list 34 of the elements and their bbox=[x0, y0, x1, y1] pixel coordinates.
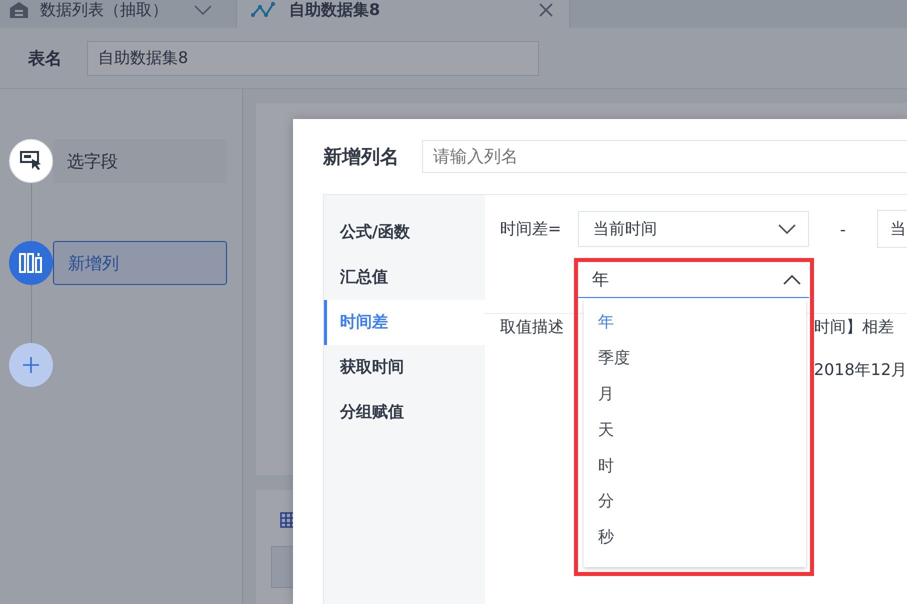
close-icon[interactable] bbox=[539, 3, 553, 17]
dropdown-option[interactable]: 时 bbox=[584, 448, 806, 484]
column-name-field[interactable]: 请输入列名 bbox=[422, 140, 907, 173]
column-name-label: 新增列名 bbox=[323, 144, 400, 170]
dropdown-option[interactable]: 年 bbox=[584, 305, 806, 341]
dropdown-option[interactable]: 月 bbox=[584, 376, 806, 412]
plus-icon bbox=[23, 357, 39, 373]
add-step-button[interactable] bbox=[9, 343, 53, 387]
step-item[interactable]: 选字段 bbox=[53, 139, 227, 183]
description-text: 时间】相差 bbox=[814, 317, 894, 338]
table-name-label: 表名 bbox=[28, 48, 63, 70]
line-chart-icon bbox=[251, 2, 275, 18]
dropdown-option[interactable]: 天 bbox=[584, 412, 806, 448]
menu-item[interactable]: 分组赋值 bbox=[324, 390, 485, 435]
dropdown-option[interactable]: 分 bbox=[584, 484, 806, 520]
cursor-box-icon bbox=[20, 151, 42, 171]
description-label: 取值描述 bbox=[500, 317, 564, 338]
table-name-field[interactable]: 自助数据集8 bbox=[87, 40, 539, 76]
start-time-select[interactable]: 当前时间 bbox=[578, 211, 809, 247]
chevron-up-icon bbox=[782, 274, 801, 284]
end-time-select[interactable]: 当 bbox=[876, 210, 907, 248]
chevron-down-icon bbox=[194, 5, 212, 15]
chevron-down-icon bbox=[778, 224, 796, 234]
example-text: 2018年12月 bbox=[814, 360, 907, 381]
minus-sign: - bbox=[839, 220, 847, 238]
menu-item[interactable]: 获取时间 bbox=[324, 345, 485, 390]
dropdown-option[interactable]: 季度 bbox=[584, 340, 806, 377]
menu-item[interactable]: 时间差 bbox=[324, 300, 485, 345]
formula-label: 时间差= bbox=[500, 218, 562, 240]
menu-item[interactable]: 公式/函数 bbox=[324, 210, 485, 255]
tab[interactable]: 自助数据集8 bbox=[237, 0, 570, 28]
menu-item[interactable]: 汇总值 bbox=[324, 255, 485, 300]
dropdown-option[interactable]: 秒 bbox=[584, 520, 806, 556]
columns-icon bbox=[19, 252, 43, 274]
